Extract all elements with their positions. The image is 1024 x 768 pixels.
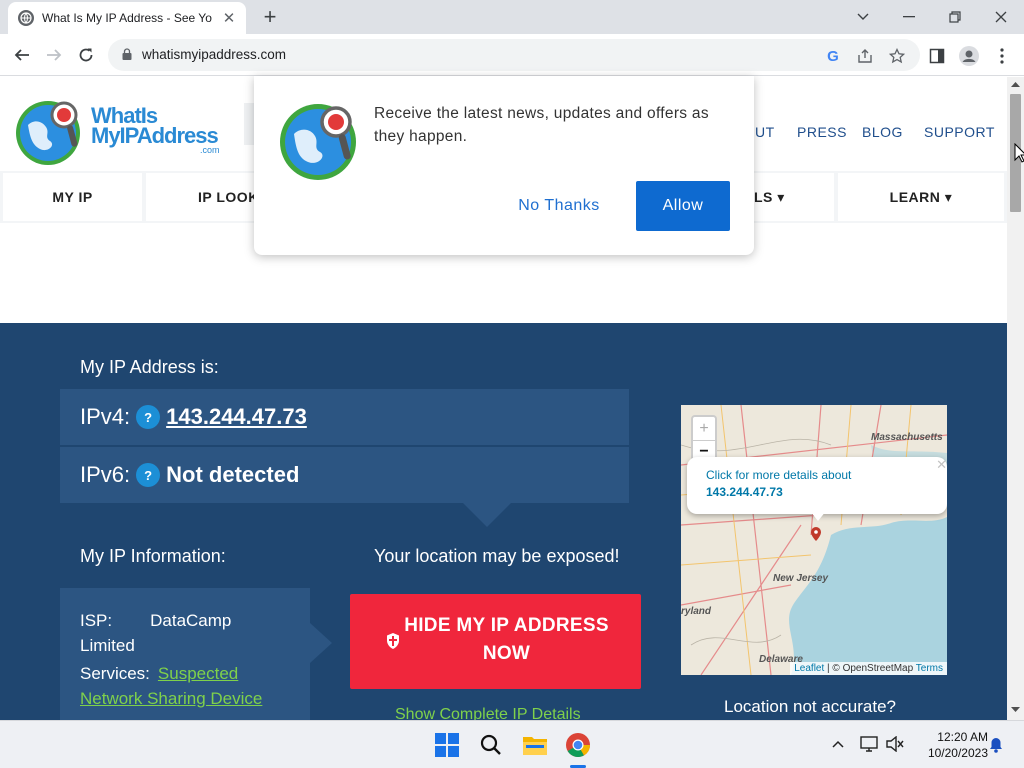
windows-start-icon[interactable] [431,729,463,761]
isp-label: ISP: [80,611,113,630]
ipv4-help-icon[interactable]: ? [136,405,161,429]
map-popup-ip: 143.244.47.73 [706,485,783,499]
tab-title: What Is My IP Address - See Your [42,11,212,25]
chrome-icon[interactable] [562,729,594,761]
side-panel-icon[interactable] [927,46,947,66]
network-icon[interactable] [860,736,878,752]
map-zoom-in-button[interactable]: + [693,417,715,441]
map-popup-tip [810,511,826,521]
map-popup-text: Click for more details about [706,468,852,482]
browser-tab[interactable]: What Is My IP Address - See Your ✕ [8,2,246,34]
globe-icon [18,10,34,26]
allow-button[interactable]: Allow [636,181,730,231]
ip-box-pointer [463,503,511,527]
new-tab-icon[interactable]: + [258,4,282,30]
page-scrollbar[interactable] [1007,77,1024,720]
ip-heading: My IP Address is: [80,357,219,377]
isp-box-pointer [310,623,332,663]
notification-permission-popup: Receive the latest news, updates and off… [254,76,754,255]
scroll-down-arrow-icon[interactable] [1011,707,1020,713]
nav-my-ip[interactable]: MY IP [3,173,142,221]
clock-time: 12:20 AM [937,730,988,744]
ip-hero-section: My IP Address is: IPv4: ? 143.244.47.73 … [0,323,1007,720]
ipv6-row: IPv6: ? Not detected [60,447,629,503]
windows-taskbar: 12:20 AM 10/20/2023 [0,720,1024,768]
top-nav-support[interactable]: SUPPORT [924,124,995,140]
services-link-2[interactable]: Network Sharing Device [80,686,310,711]
forward-icon[interactable] [41,42,67,68]
restore-icon[interactable] [932,0,978,34]
ipv4-row: IPv4: ? 143.244.47.73 [60,389,629,445]
location-not-accurate[interactable]: Location not accurate? [724,697,896,717]
attribution-separator: | © OpenStreetMap [824,663,916,674]
chevron-down-icon[interactable] [840,0,886,34]
shield-icon [387,633,399,649]
logo-text-my-ip-address: MyIPAddress [91,123,219,148]
terms-link[interactable]: Terms [916,663,943,674]
map-attribution: Leaflet | © OpenStreetMap Terms [790,662,947,675]
close-window-icon[interactable] [978,0,1024,34]
ipv6-help-icon[interactable]: ? [136,463,161,487]
isp-value-line2: Limited [80,636,135,655]
browser-tab-strip: What Is My IP Address - See Your ✕ + [0,0,1024,34]
location-exposed-text: Your location may be exposed! [374,546,620,566]
isp-info-box: ISP: DataCamp Limited Services: Suspected … [60,588,310,720]
url-text: whatismyipaddress.com [142,47,287,62]
globe-logo-icon [16,101,80,165]
minimize-icon[interactable] [886,0,932,34]
site-logo[interactable]: WhatIs MyIPAddress .com [14,95,228,167]
services-label: Services: [80,664,150,683]
ipv6-label: IPv6: [80,462,131,487]
clock-date: 10/20/2023 [927,746,988,760]
back-icon[interactable] [9,42,35,68]
map-label-massachusetts: Massachusetts [871,432,943,443]
ipv4-value[interactable]: 143.244.47.73 [166,404,307,430]
bookmark-star-icon[interactable] [888,47,906,65]
system-clock[interactable]: 12:20 AM 10/20/2023 [912,729,988,761]
top-nav-press[interactable]: PRESS [797,124,847,140]
services-link-1[interactable]: Suspected [158,664,238,683]
search-icon[interactable] [475,729,507,761]
hide-my-ip-button[interactable]: HIDE MY IP ADDRESS NOW [350,594,641,689]
leaflet-link[interactable]: Leaflet [794,663,824,674]
popup-message: Receive the latest news, updates and off… [374,105,709,145]
volume-muted-icon[interactable] [886,736,904,752]
isp-value: DataCamp [150,611,232,630]
info-heading: My IP Information: [80,546,226,566]
no-thanks-button[interactable]: No Thanks [504,181,614,231]
mouse-cursor-icon [1014,143,1024,163]
location-map[interactable]: + − Massachusetts New Jersey ryland Dela… [681,405,947,675]
logo-text-dotcom: .com [200,145,220,155]
lock-icon [122,48,132,60]
scroll-up-arrow-icon[interactable] [1011,81,1020,87]
google-icon[interactable]: G [824,47,842,65]
show-details-link[interactable]: Show Complete IP Details [395,706,581,720]
share-icon[interactable] [856,47,874,65]
profile-avatar-icon[interactable] [959,46,979,66]
file-explorer-icon[interactable] [519,729,551,761]
tab-close-icon[interactable]: ✕ [220,9,238,27]
browser-toolbar: whatismyipaddress.com G [0,34,1024,76]
notification-bell-icon[interactable] [989,737,1003,753]
map-label-new-jersey: New Jersey [773,573,829,584]
map-marker-icon[interactable] [811,527,821,541]
chevron-up-icon[interactable] [832,740,844,748]
reload-icon[interactable] [73,42,99,68]
menu-kebab-icon[interactable] [992,46,1012,66]
ipv6-value: Not detected [166,462,300,487]
map-popup[interactable]: ✕ Click for more details about 143.244.4… [687,457,947,514]
top-nav-blog[interactable]: BLOG [862,124,903,140]
map-popup-close-icon[interactable]: ✕ [936,457,947,473]
ipv4-label: IPv4: [80,404,131,429]
nav-learn[interactable]: LEARN ▾ [838,173,1004,221]
top-nav-about[interactable]: UT [755,124,775,140]
address-bar[interactable]: whatismyipaddress.com [108,39,920,71]
map-label-maryland: ryland [681,606,712,617]
globe-logo-icon [280,104,356,180]
